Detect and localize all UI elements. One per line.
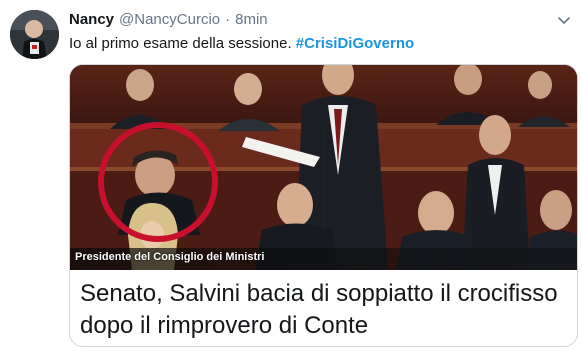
senate-photo <box>70 65 577 270</box>
author-handle[interactable]: @NancyCurcio <box>119 11 220 28</box>
image-caption-strip: Presidente del Consiglio dei Ministri <box>70 248 577 270</box>
tweet-text: Io al primo esame della sessione. #Crisi… <box>69 34 414 54</box>
link-card[interactable]: Presidente del Consiglio dei Ministri Se… <box>69 64 578 347</box>
hashtag-link[interactable]: #CrisiDiGoverno <box>296 35 414 52</box>
tweet[interactable]: Nancy @NancyCurcio · 8min Io al primo es… <box>0 0 582 351</box>
timestamp[interactable]: 8min <box>235 11 268 28</box>
image-caption: Presidente del Consiglio dei Ministri <box>75 251 265 263</box>
card-image[interactable]: Presidente del Consiglio dei Ministri <box>70 65 577 270</box>
tweet-body: Io al primo esame della sessione. <box>69 35 296 52</box>
card-headline[interactable]: Senato, Salvini bacia di soppiatto il cr… <box>80 278 572 342</box>
tweet-header: Nancy @NancyCurcio · 8min <box>69 11 268 31</box>
author-name[interactable]: Nancy <box>69 11 114 28</box>
avatar[interactable] <box>10 10 59 59</box>
separator-dot: · <box>225 11 231 28</box>
chevron-down-icon[interactable] <box>556 12 572 28</box>
avatar-image <box>10 10 59 59</box>
